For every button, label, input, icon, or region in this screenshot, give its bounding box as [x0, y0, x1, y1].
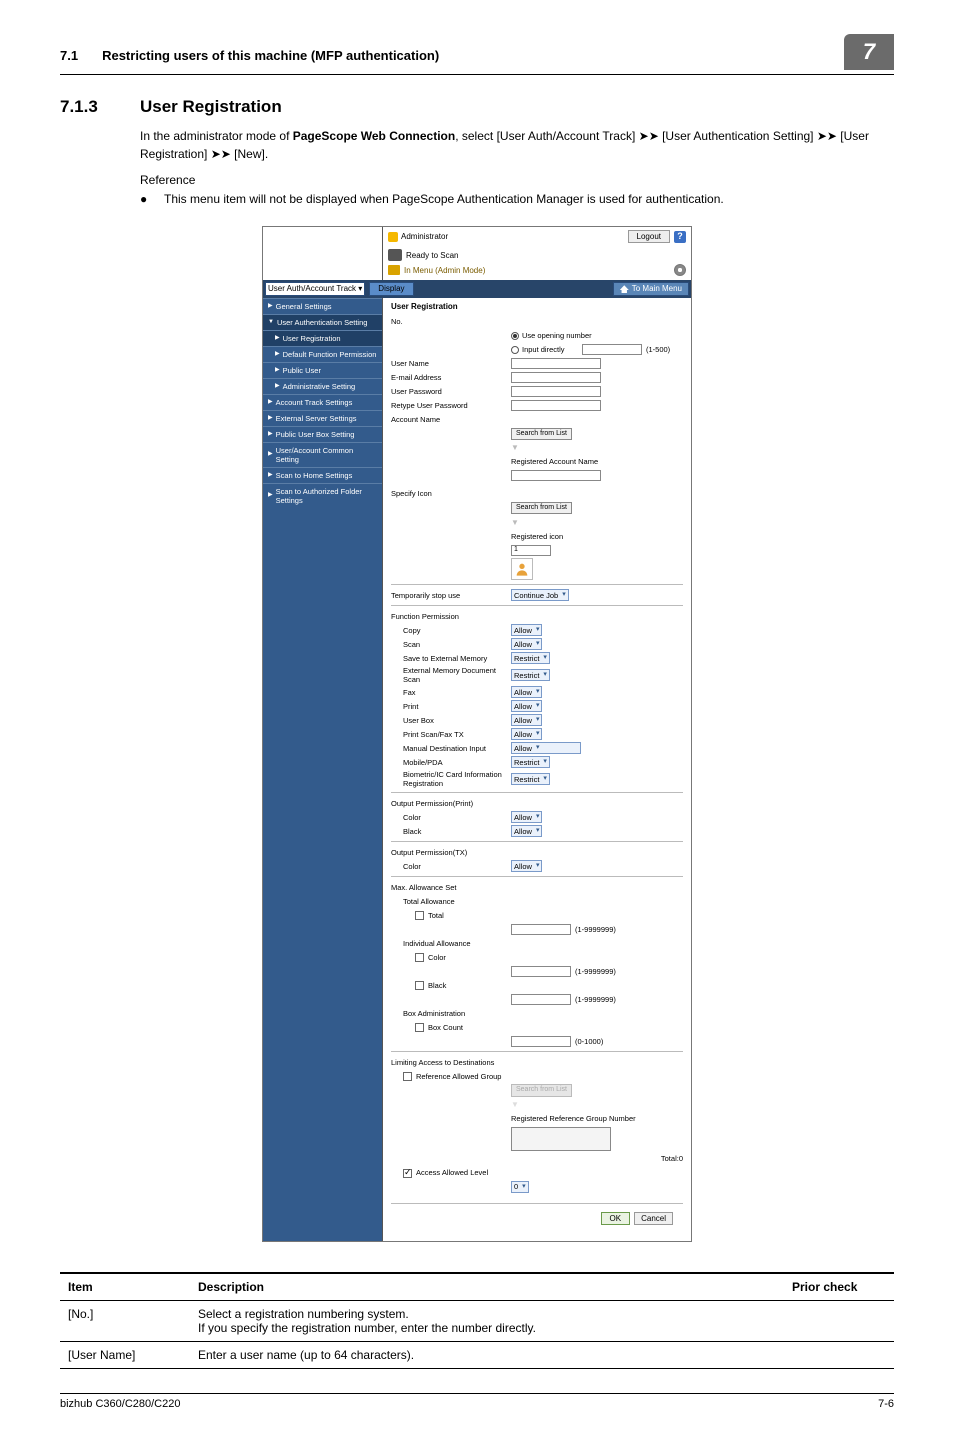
radio-input-directly[interactable]: [511, 346, 519, 354]
sidebar-item[interactable]: ▶Scan to Authorized Folder Settings: [263, 483, 382, 508]
fp-bio-select[interactable]: Restrict: [511, 773, 550, 785]
black-input[interactable]: [511, 994, 571, 1005]
admin-icon: [388, 232, 398, 242]
color-check[interactable]: [415, 953, 424, 962]
fp-mdest-select[interactable]: Allow: [511, 742, 581, 754]
sidebar-item[interactable]: ▶Public User Box Setting: [263, 426, 382, 442]
sidebar-item[interactable]: ▶Default Function Permission: [263, 346, 382, 362]
fp-extscan-select[interactable]: Restrict: [511, 669, 550, 681]
menu-mode-text: In Menu (Admin Mode): [404, 266, 485, 276]
th-prior: Prior check: [784, 1273, 894, 1301]
logout-button[interactable]: Logout: [628, 230, 670, 244]
total-input[interactable]: [511, 924, 571, 935]
to-main-menu-button[interactable]: To Main Menu: [613, 282, 689, 296]
help-icon[interactable]: ?: [674, 231, 686, 243]
th-desc: Description: [190, 1273, 784, 1301]
fp-mobile-select[interactable]: Restrict: [511, 756, 550, 768]
reg-icon-input[interactable]: 1: [511, 545, 551, 556]
reg-acct-input[interactable]: [511, 470, 601, 481]
black-check[interactable]: [415, 981, 424, 990]
chapter-badge: 7: [844, 34, 894, 70]
intro-paragraph: In the administrator mode of PageScope W…: [140, 127, 894, 163]
heading-num: 7.1.3: [60, 97, 140, 117]
status-text: Ready to Scan: [406, 251, 458, 261]
sidebar-item[interactable]: ▶Scan to Home Settings: [263, 467, 382, 483]
sidebar-item[interactable]: ▶User/Account Common Setting: [263, 442, 382, 467]
refgroup-check[interactable]: [403, 1072, 412, 1081]
op-black-select[interactable]: Allow: [511, 825, 542, 837]
sidebar-item[interactable]: ▶Public User: [263, 362, 382, 378]
folder-icon: [388, 265, 400, 275]
fp-print-select[interactable]: Allow: [511, 700, 542, 712]
heading-text: User Registration: [140, 97, 282, 117]
th-item: Item: [60, 1273, 190, 1301]
fp-scan-select[interactable]: Allow: [511, 638, 542, 650]
reference-label: Reference: [140, 173, 894, 187]
search-list-button[interactable]: Search from List: [511, 428, 572, 440]
search-list-button[interactable]: Search from List: [511, 502, 572, 514]
table-row: [No.] Select a registration numbering sy…: [60, 1301, 894, 1342]
ok-button[interactable]: OK: [601, 1212, 631, 1226]
email-input[interactable]: [511, 372, 601, 383]
password-input[interactable]: [511, 386, 601, 397]
printer-icon: [388, 249, 402, 261]
boxcount-input[interactable]: [511, 1036, 571, 1047]
radio-opening-number[interactable]: [511, 332, 519, 340]
access-level-select[interactable]: 0: [511, 1181, 529, 1193]
access-level-check[interactable]: [403, 1169, 412, 1178]
fp-psfax-select[interactable]: Allow: [511, 728, 542, 740]
table-row: [User Name] Enter a user name (up to 64 …: [60, 1342, 894, 1369]
display-button[interactable]: Display: [369, 282, 413, 296]
color-input[interactable]: [511, 966, 571, 977]
header-section: 7.1: [60, 48, 78, 63]
admin-label: Administrator: [388, 232, 448, 242]
boxcount-check[interactable]: [415, 1023, 424, 1032]
sidebar: ▶General Settings ▼User Authentication S…: [263, 298, 383, 1241]
embedded-screenshot: Administrator Logout ? Ready to Scan In …: [262, 226, 692, 1243]
sidebar-item[interactable]: ▼User Authentication Setting: [263, 314, 382, 330]
sidebar-item[interactable]: ▶External Server Settings: [263, 410, 382, 426]
section-heading: 7.1.3 User Registration: [60, 97, 894, 117]
username-input[interactable]: [511, 358, 601, 369]
fp-fax-select[interactable]: Allow: [511, 686, 542, 698]
cancel-button[interactable]: Cancel: [634, 1212, 673, 1226]
fp-copy-select[interactable]: Allow: [511, 624, 542, 636]
ref-group-list[interactable]: [511, 1127, 611, 1151]
panel-title: User Registration: [391, 302, 683, 312]
page-header: 7.1 Restricting users of this machine (M…: [60, 40, 894, 75]
total-check[interactable]: [415, 911, 424, 920]
gear-icon[interactable]: [674, 264, 686, 276]
fp-saveext-select[interactable]: Restrict: [511, 652, 550, 664]
retype-password-input[interactable]: [511, 400, 601, 411]
page-footer: bizhub C360/C280/C220 7-6: [60, 1393, 894, 1410]
sidebar-item[interactable]: ▶User Registration: [263, 330, 382, 346]
content-panel: User Registration No. Use opening number…: [383, 298, 691, 1241]
user-icon: [511, 558, 533, 580]
fp-ubox-select[interactable]: Allow: [511, 714, 542, 726]
otx-color-select[interactable]: Allow: [511, 860, 542, 872]
footer-model: bizhub C360/C280/C220: [60, 1398, 180, 1410]
op-color-select[interactable]: Allow: [511, 811, 542, 823]
temp-stop-select[interactable]: Continue Job: [511, 589, 569, 601]
sidebar-item[interactable]: ▶Administrative Setting: [263, 378, 382, 394]
nav-dropdown[interactable]: User Auth/Account Track ▾: [265, 282, 365, 296]
description-table: Item Description Prior check [No.] Selec…: [60, 1272, 894, 1369]
footer-page: 7-6: [878, 1398, 894, 1410]
header-title: Restricting users of this machine (MFP a…: [102, 48, 844, 63]
search-list-button-disabled: Search from List: [511, 1084, 572, 1096]
sidebar-item[interactable]: ▶General Settings: [263, 298, 382, 314]
no-input[interactable]: [582, 344, 642, 355]
home-icon: [620, 285, 629, 293]
reference-bullet: ● This menu item will not be displayed w…: [140, 191, 894, 208]
sidebar-item[interactable]: ▶Account Track Settings: [263, 394, 382, 410]
